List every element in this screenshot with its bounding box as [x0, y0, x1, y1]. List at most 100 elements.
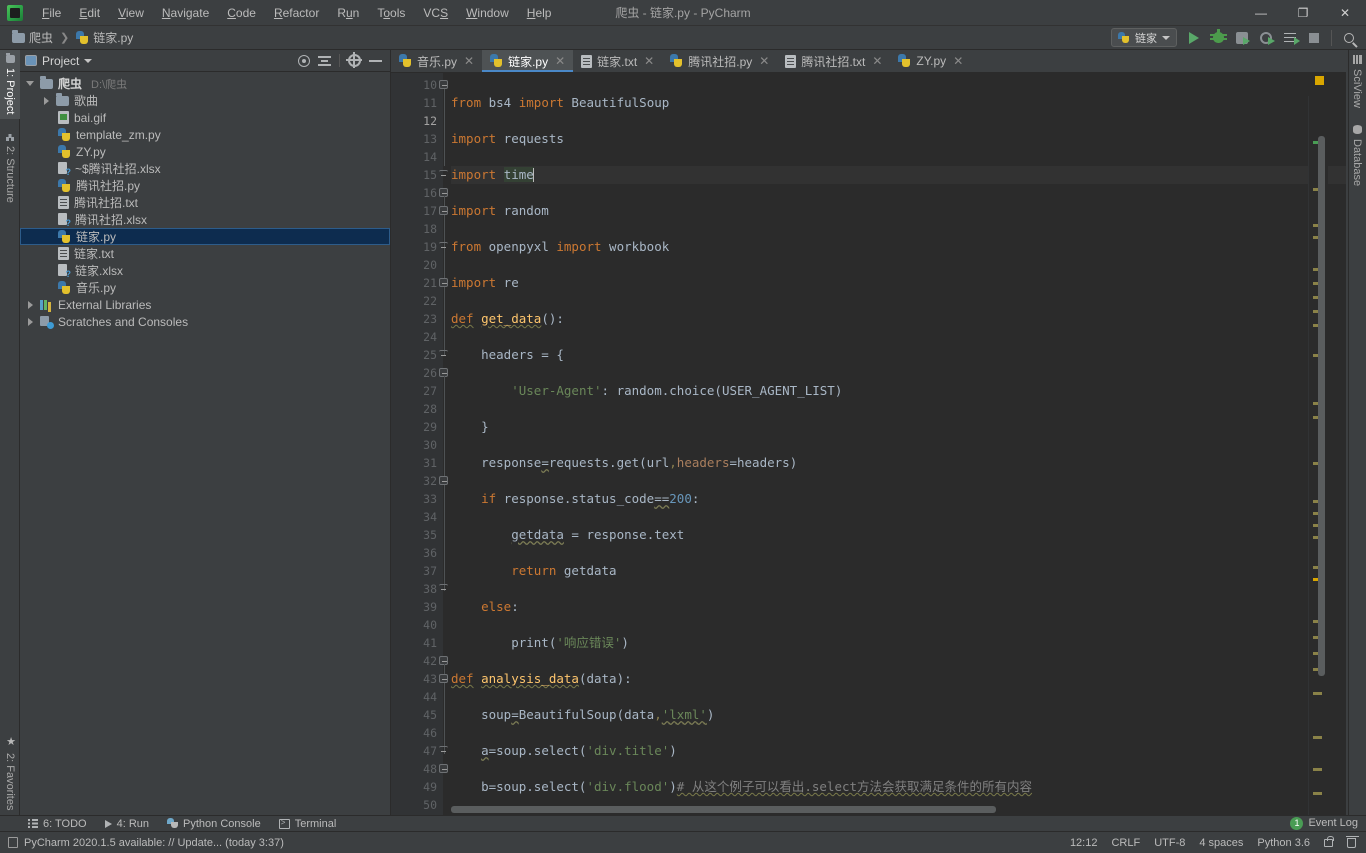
close-icon[interactable]: ✕ [872, 54, 882, 68]
run-configuration-selector[interactable]: 链家 [1111, 28, 1177, 47]
right-tab-sciview-label: SciView [1351, 69, 1363, 108]
chevron-right-icon[interactable] [26, 300, 35, 309]
lock-icon[interactable] [1324, 835, 1334, 847]
debug-button[interactable] [1207, 27, 1229, 49]
minimize-button[interactable]: — [1240, 0, 1282, 26]
collapse-all-icon[interactable] [318, 55, 331, 66]
line-number: 18 [423, 222, 437, 236]
editor-text[interactable]: from bs4 import BeautifulSoup import req… [443, 73, 1346, 815]
tree-item-zy-py[interactable]: ZY.py [20, 143, 390, 160]
tree-item-tencent-xlsx[interactable]: 腾讯社招.xlsx [20, 211, 390, 228]
status-message[interactable]: PyCharm 2020.1.5 available: // Update...… [24, 837, 284, 849]
tree-item-label: 歌曲 [74, 94, 99, 108]
code-line-23: return getdata [511, 563, 617, 578]
tree-item-scratches-and-consoles[interactable]: Scratches and Consoles [20, 313, 390, 330]
sidebar-item-sciview[interactable]: SciView [1348, 50, 1366, 113]
chevron-down-icon[interactable] [26, 79, 35, 88]
tree-item-template-zm-py[interactable]: template_zm.py [20, 126, 390, 143]
tree-item-music-py[interactable]: 音乐.py [20, 279, 390, 296]
tab-label: 腾讯社招.py [688, 54, 753, 69]
menu-window[interactable]: Window [457, 3, 518, 23]
line-number: 12 [423, 114, 437, 128]
line-separator[interactable]: CRLF [1111, 837, 1140, 849]
chevron-down-icon [1162, 35, 1170, 40]
tree-item-lianjia-txt[interactable]: 链家.txt [20, 245, 390, 262]
search-everywhere-button[interactable] [1338, 27, 1360, 49]
inspection-status-icon[interactable] [1315, 76, 1324, 85]
close-icon[interactable]: ✕ [555, 54, 565, 68]
run-tests-button[interactable] [1279, 27, 1301, 49]
tree-item-root[interactable]: 爬虫 D:\爬虫 [20, 75, 390, 92]
tab-lianjia-txt[interactable]: 链家.txt ✕ [573, 50, 662, 72]
run-icon [1189, 31, 1199, 44]
indent-setting[interactable]: 4 spaces [1199, 837, 1243, 849]
run-with-coverage-button[interactable] [1231, 27, 1253, 49]
hide-icon[interactable] [369, 59, 382, 62]
tab-lianjia-py[interactable]: 链家.py ✕ [482, 50, 574, 72]
menu-view[interactable]: View [109, 3, 153, 23]
scrollbar-thumb[interactable] [1318, 136, 1325, 676]
code-editor[interactable]: 10 11 12 13 14 15 16 17 18 19 20 21 22 2… [391, 73, 1346, 815]
tree-item-external-libraries[interactable]: External Libraries [20, 296, 390, 313]
trash-icon[interactable] [1346, 835, 1359, 848]
window-controls: — ❐ ✕ [1240, 0, 1366, 26]
gear-icon[interactable] [346, 52, 362, 68]
tree-item-lianjia-xlsx[interactable]: 链家.xlsx [20, 262, 390, 279]
tool-todo[interactable]: 6: TODO [28, 818, 87, 830]
breadcrumb-project[interactable]: 爬虫 [8, 28, 57, 47]
tree-item-lianjia-py[interactable]: 链家.py [20, 228, 390, 245]
tab-music-py[interactable]: 音乐.py ✕ [391, 50, 482, 72]
menu-code[interactable]: Code [218, 3, 265, 23]
maximize-button[interactable]: ❐ [1282, 0, 1324, 26]
editor-horizontal-scrollbar[interactable] [451, 806, 996, 813]
close-icon[interactable]: ✕ [759, 54, 769, 68]
editor-vertical-scrollbar[interactable] [1317, 96, 1326, 815]
python-interpreter[interactable]: Python 3.6 [1257, 837, 1310, 849]
sidebar-item-structure[interactable]: 2: Structure [0, 128, 20, 208]
menu-navigate[interactable]: Navigate [153, 3, 218, 23]
tree-item-bai-gif[interactable]: bai.gif [20, 109, 390, 126]
menu-tools[interactable]: Tools [368, 3, 414, 23]
tree-item-tencent-tmp-xlsx[interactable]: ~$腾讯社招.xlsx [20, 160, 390, 177]
breadcrumb-file[interactable]: 链家.py [72, 28, 137, 47]
menu-help[interactable]: Help [518, 3, 561, 23]
chevron-right-icon[interactable] [26, 317, 35, 326]
sidebar-item-favorites[interactable]: ★ 2: Favorites [0, 730, 20, 815]
file-encoding[interactable]: UTF-8 [1154, 837, 1185, 849]
close-icon[interactable]: ✕ [464, 54, 474, 68]
close-icon[interactable]: ✕ [953, 54, 963, 68]
close-button[interactable]: ✕ [1324, 0, 1366, 26]
sidebar-item-project[interactable]: 1: Project [0, 50, 20, 120]
tree-item-tencent-py[interactable]: 腾讯社招.py [20, 177, 390, 194]
menu-file[interactable]: File [33, 3, 70, 23]
tool-run[interactable]: 4: Run [104, 818, 149, 830]
toolbar-right: 链家 [1111, 27, 1366, 49]
close-icon[interactable]: ✕ [644, 54, 654, 68]
run-button[interactable] [1183, 27, 1205, 49]
project-panel-title-group[interactable]: Project [25, 54, 93, 68]
tool-terminal[interactable]: Terminal [278, 818, 336, 830]
tree-item-tencent-txt[interactable]: 腾讯社招.txt [20, 194, 390, 211]
editor-gutter[interactable]: 10 11 12 13 14 15 16 17 18 19 20 21 22 2… [391, 73, 448, 815]
tab-tencent-txt[interactable]: 腾讯社招.txt ✕ [777, 50, 890, 72]
text-file-icon [581, 54, 593, 68]
menu-vcs[interactable]: VCS [414, 3, 457, 23]
tab-zy-py[interactable]: ZY.py ✕ [890, 50, 971, 72]
code-line-21: if response.status_code==200: [481, 491, 700, 506]
profile-button[interactable] [1255, 27, 1277, 49]
chevron-right-icon[interactable] [42, 96, 51, 105]
caret-position[interactable]: 12:12 [1070, 837, 1098, 849]
stop-button[interactable] [1303, 27, 1325, 49]
tree-item-songs-folder[interactable]: 歌曲 [20, 92, 390, 109]
status-message-group[interactable]: PyCharm 2020.1.5 available: // Update...… [0, 837, 284, 849]
tab-tencent-py[interactable]: 腾讯社招.py ✕ [662, 50, 777, 72]
menu-refactor[interactable]: Refactor [265, 3, 328, 23]
menu-run[interactable]: Run [328, 3, 368, 23]
sidebar-item-database[interactable]: Database [1348, 120, 1366, 191]
tool-python-console[interactable]: Python Console [167, 818, 261, 830]
xlsx-file-icon [58, 213, 71, 228]
event-log-button[interactable]: 1 Event Log [1290, 815, 1358, 831]
toolbar-divider [1331, 29, 1332, 46]
select-opened-file-icon[interactable] [298, 54, 310, 67]
menu-edit[interactable]: Edit [70, 3, 109, 23]
